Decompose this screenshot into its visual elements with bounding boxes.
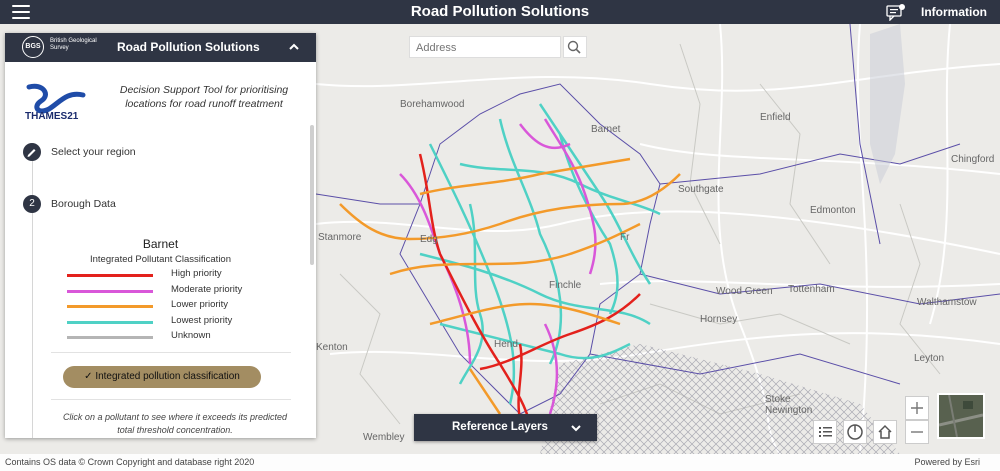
plus-icon <box>911 402 923 414</box>
panel-title: Road Pollution Solutions <box>117 40 260 54</box>
panel-header[interactable]: BGS British Geological Survey Road Pollu… <box>5 33 316 62</box>
legend-label: Lowest priority <box>171 315 233 326</box>
legend-swatch <box>67 274 153 277</box>
map-label-stoke-newington: Stoke Newington <box>765 394 813 416</box>
map-label-hornsey: Hornsey <box>700 314 738 325</box>
legend-swatch <box>67 290 153 293</box>
map-label-friern: Fr <box>620 232 630 243</box>
map-label-walthamstow: Walthamstow <box>917 297 977 308</box>
map-label-stanmore: Stanmore <box>318 232 362 243</box>
chevron-up-icon[interactable] <box>287 40 301 54</box>
information-link[interactable]: Information <box>921 5 987 19</box>
zoom-out-button[interactable] <box>905 420 929 444</box>
address-search-input[interactable] <box>414 38 558 58</box>
map-label-tottenham: Tottenham <box>788 284 835 295</box>
region-name: Barnet <box>142 237 179 251</box>
divider <box>51 399 291 400</box>
pill-label: Integrated pollution classification <box>95 371 240 382</box>
zoom-in-button[interactable] <box>905 396 929 420</box>
map-label-barnet: Barnet <box>591 124 621 135</box>
reference-layers-button[interactable]: Reference Layers <box>414 414 597 441</box>
home-button[interactable] <box>873 420 897 444</box>
map-label-edmonton: Edmonton <box>810 205 856 216</box>
map-label-edgware: Edg <box>420 234 438 245</box>
powered-by-link[interactable]: Powered by Esri <box>914 457 980 467</box>
compass-icon <box>847 424 863 440</box>
side-panel: BGS British Geological Survey Road Pollu… <box>5 33 316 438</box>
legend-label: High priority <box>171 268 222 279</box>
address-search[interactable] <box>409 36 561 58</box>
legend-swatch <box>67 336 153 339</box>
legend-swatch <box>67 321 153 324</box>
map-label-borehamwood: Borehamwood <box>400 99 465 110</box>
satellite-thumbnail <box>939 395 983 437</box>
legend-label: Lower priority <box>171 299 229 310</box>
pencil-icon <box>27 149 36 157</box>
pollutant-hint: Click on a pollutant to see where it exc… <box>62 412 288 435</box>
checkmark-icon: ✓ <box>84 371 96 382</box>
step-2-number[interactable]: 2 <box>23 195 41 213</box>
map-label-chingford: Chingford <box>951 154 995 165</box>
map-label-wembley: Wembley <box>363 432 405 443</box>
integrated-pollution-classification-button[interactable]: ✓ Integrated pollution classification <box>63 366 261 388</box>
step-1-edit[interactable] <box>23 143 41 161</box>
map-label-enfield: Enfield <box>760 112 791 123</box>
step-1-label[interactable]: Select your region <box>51 146 136 158</box>
panel-scrollbar[interactable] <box>310 125 314 265</box>
legend-label: Moderate priority <box>171 284 243 295</box>
reference-layers-label: Reference Layers <box>452 421 548 433</box>
bgs-logo: BGS <box>22 36 44 58</box>
bgs-name: British Geological Survey <box>50 38 97 51</box>
thames21-text: THAMES21 <box>25 111 79 122</box>
locate-button[interactable] <box>843 420 867 444</box>
minus-icon <box>911 431 923 433</box>
search-button[interactable] <box>563 36 587 58</box>
list-icon <box>819 427 832 437</box>
attribution-bar: Contains OS data © Crown Copyright and d… <box>0 454 1000 471</box>
basemap-toggle[interactable] <box>937 393 985 439</box>
classification-title: Integrated Pollutant Classification <box>90 254 231 265</box>
map-label-hendon: Hend <box>494 339 518 350</box>
map-label-southgate: Southgate <box>678 184 724 195</box>
map-label-leyton: Leyton <box>914 353 945 364</box>
chat-info-icon[interactable] <box>886 3 906 21</box>
legend-swatch <box>67 305 153 308</box>
step-2-label[interactable]: Borough Data <box>51 198 116 210</box>
map-label-wood-green: Wood Green <box>716 286 773 297</box>
attribution-text: Contains OS data © Crown Copyright and d… <box>5 457 255 467</box>
tagline: Decision Support Tool for prioritising l… <box>119 84 289 110</box>
top-bar: Road Pollution Solutions Information <box>0 0 1000 24</box>
legend-label: Unknown <box>171 330 211 341</box>
home-icon <box>878 424 892 439</box>
app-title: Road Pollution Solutions <box>410 3 590 20</box>
chevron-down-icon <box>571 425 581 432</box>
divider <box>51 352 291 353</box>
search-icon <box>567 40 581 54</box>
map-label-kenton: Kenton <box>316 342 348 353</box>
legend-list-button[interactable] <box>813 420 837 444</box>
map-label-finchley: Finchle <box>549 280 582 291</box>
reservoir-area <box>870 24 905 184</box>
